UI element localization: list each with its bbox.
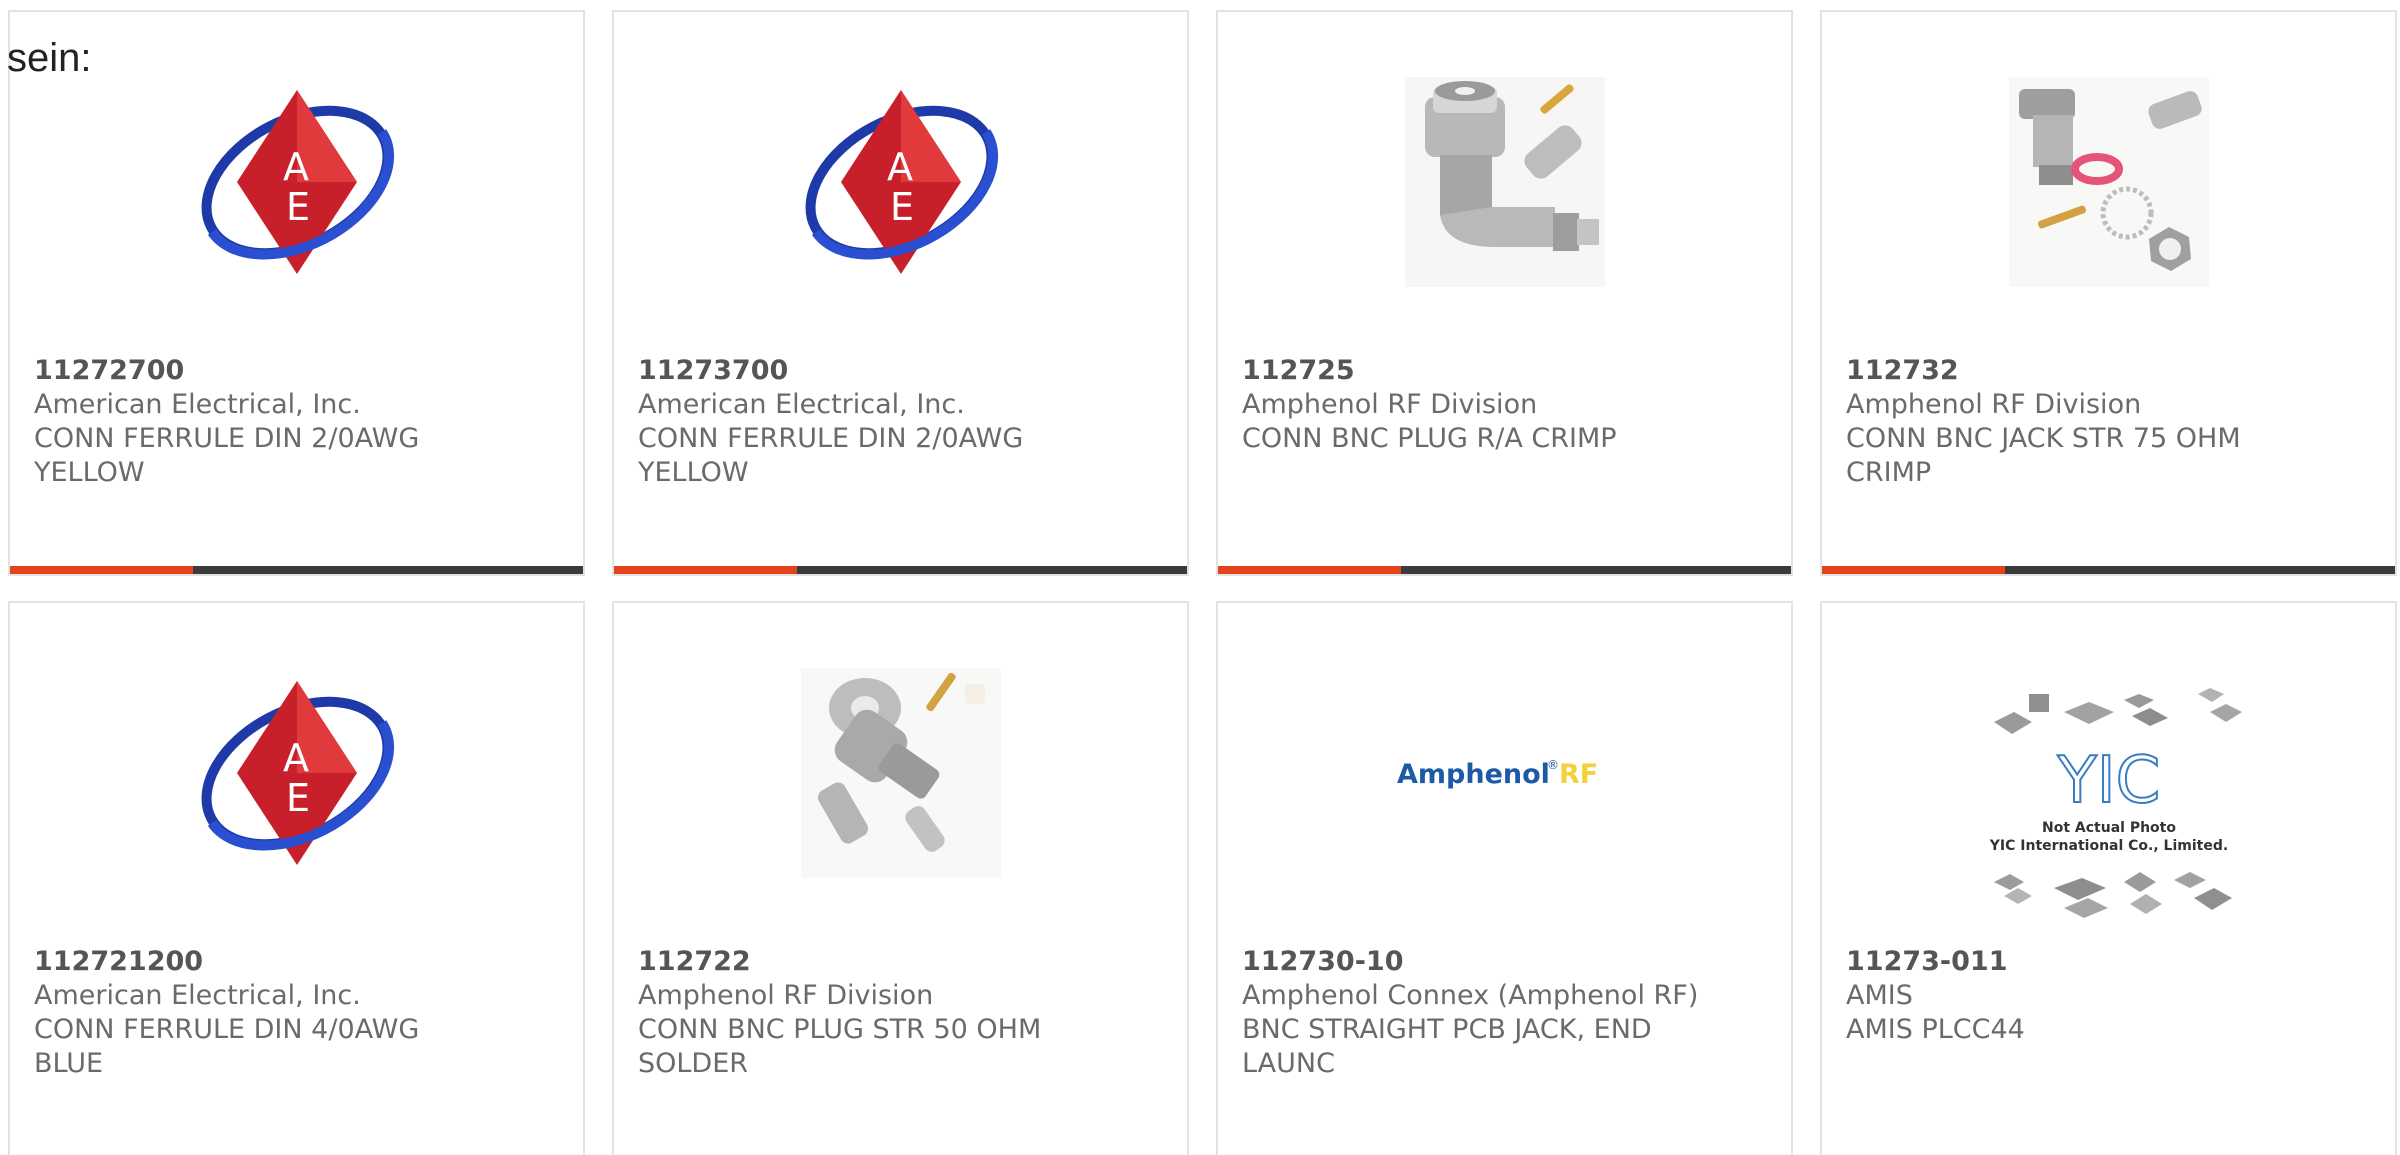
manufacturer: AMIS: [1846, 980, 1913, 1011]
product-image[interactable]: A E: [614, 72, 1187, 292]
product-image[interactable]: YIC Not Actual Photo YIC International C…: [1822, 687, 2395, 918]
description-line: CONN FERRULE DIN 4/0AWG: [34, 1014, 420, 1045]
svg-text:A: A: [283, 145, 309, 189]
product-card[interactable]: A E 112721200 American Electrical, Inc. …: [8, 601, 585, 1155]
amphenol-rf-logo-icon: Amphenol ® RF: [1397, 758, 1598, 790]
part-number[interactable]: 11273-011: [1846, 945, 2371, 979]
description-line: CONN FERRULE DIN 2/0AWG: [34, 423, 420, 454]
product-info: 112730-10 Amphenol Connex (Amphenol RF) …: [1242, 945, 1767, 1081]
ae-logo-icon: A E: [805, 90, 998, 274]
product-image[interactable]: [1218, 72, 1791, 292]
product-image[interactable]: A E: [10, 663, 583, 883]
part-number[interactable]: 112730-10: [1242, 945, 1767, 979]
card-accent-bar: [10, 566, 193, 574]
manufacturer: Amphenol Connex (Amphenol RF): [1242, 980, 1699, 1011]
product-card[interactable]: 112725 Amphenol RF Division CONN BNC PLU…: [1216, 10, 1793, 576]
manufacturer: American Electrical, Inc.: [34, 389, 361, 420]
part-number[interactable]: 112721200: [34, 945, 559, 979]
part-number[interactable]: 11272700: [34, 354, 559, 388]
manufacturer: American Electrical, Inc.: [34, 980, 361, 1011]
description-line: CONN BNC PLUG R/A CRIMP: [1242, 423, 1617, 454]
svg-text:YIC: YIC: [2056, 744, 2160, 818]
description-line: LAUNC: [1242, 1048, 1335, 1079]
intro-text: sein:: [7, 36, 92, 80]
description-line: BLUE: [34, 1048, 104, 1079]
product-info: 112732 Amphenol RF Division CONN BNC JAC…: [1846, 354, 2371, 490]
ae-logo-icon: A E: [201, 681, 394, 865]
svg-text:YIC International Co., Limited: YIC International Co., Limited.: [1988, 838, 2227, 854]
description-line: YELLOW: [34, 457, 145, 488]
product-image[interactable]: A E: [10, 72, 583, 292]
bnc-connector-icon: [1404, 77, 1605, 287]
ae-logo-icon: A E: [201, 90, 394, 274]
description-line: AMIS PLCC44: [1846, 1014, 2025, 1045]
product-card[interactable]: Amphenol ® RF 112730-10 Amphenol Connex …: [1216, 601, 1793, 1155]
svg-text:Amphenol: Amphenol: [1397, 759, 1550, 790]
description-line: CONN BNC JACK STR 75 OHM: [1846, 423, 2241, 454]
product-info: 112722 Amphenol RF Division CONN BNC PLU…: [638, 945, 1163, 1081]
product-info: 11273-011 AMIS AMIS PLCC44: [1846, 945, 2371, 1047]
description-line: CONN FERRULE DIN 2/0AWG: [638, 423, 1024, 454]
card-accent-bar: [1822, 566, 2005, 574]
svg-text:®: ®: [1547, 758, 1559, 772]
description-line: SOLDER: [638, 1048, 749, 1079]
part-number[interactable]: 112722: [638, 945, 1163, 979]
product-image[interactable]: [1822, 72, 2395, 292]
svg-text:Not Actual Photo: Not Actual Photo: [2042, 820, 2176, 836]
description-line: CRIMP: [1846, 457, 1932, 488]
bnc-jack-kit-icon: [2008, 77, 2209, 287]
product-card[interactable]: 112732 Amphenol RF Division CONN BNC JAC…: [1820, 10, 2397, 576]
product-grid-page: sein: A E 11272700 American Electrical, …: [0, 0, 2400, 1155]
product-info: 112721200 American Electrical, Inc. CONN…: [34, 945, 559, 1081]
card-footer-bar: [1822, 566, 2395, 574]
product-card[interactable]: YIC Not Actual Photo YIC International C…: [1820, 601, 2397, 1155]
product-info: 112725 Amphenol RF Division CONN BNC PLU…: [1242, 354, 1767, 456]
description-line: CONN BNC PLUG STR 50 OHM: [638, 1014, 1042, 1045]
part-number[interactable]: 11273700: [638, 354, 1163, 388]
card-accent-bar: [614, 566, 797, 574]
product-image[interactable]: [614, 663, 1187, 883]
product-image[interactable]: Amphenol ® RF: [1218, 663, 1791, 883]
description-line: YELLOW: [638, 457, 749, 488]
card-footer-bar: [10, 566, 583, 574]
description-line: BNC STRAIGHT PCB JACK, END: [1242, 1014, 1652, 1045]
product-card[interactable]: 112722 Amphenol RF Division CONN BNC PLU…: [612, 601, 1189, 1155]
manufacturer: Amphenol RF Division: [1242, 389, 1538, 420]
manufacturer: Amphenol RF Division: [638, 980, 934, 1011]
svg-text:E: E: [285, 185, 309, 229]
not-actual-photo-placeholder-icon: YIC Not Actual Photo YIC International C…: [1988, 688, 2242, 918]
svg-text:E: E: [889, 185, 913, 229]
product-card[interactable]: A E 11273700 American Electrical, Inc. C…: [612, 10, 1189, 576]
product-info: 11273700 American Electrical, Inc. CONN …: [638, 354, 1163, 490]
svg-text:A: A: [283, 736, 309, 780]
svg-text:E: E: [285, 776, 309, 820]
card-footer-bar: [1218, 566, 1791, 574]
card-footer-bar: [614, 566, 1187, 574]
product-card[interactable]: A E 11272700 American Electrical, Inc. C…: [8, 10, 585, 576]
manufacturer: Amphenol RF Division: [1846, 389, 2142, 420]
part-number[interactable]: 112732: [1846, 354, 2371, 388]
svg-text:A: A: [887, 145, 913, 189]
card-accent-bar: [1218, 566, 1401, 574]
bnc-plug-icon: [800, 668, 1001, 878]
part-number[interactable]: 112725: [1242, 354, 1767, 388]
svg-text:RF: RF: [1559, 759, 1598, 790]
manufacturer: American Electrical, Inc.: [638, 389, 965, 420]
product-info: 11272700 American Electrical, Inc. CONN …: [34, 354, 559, 490]
